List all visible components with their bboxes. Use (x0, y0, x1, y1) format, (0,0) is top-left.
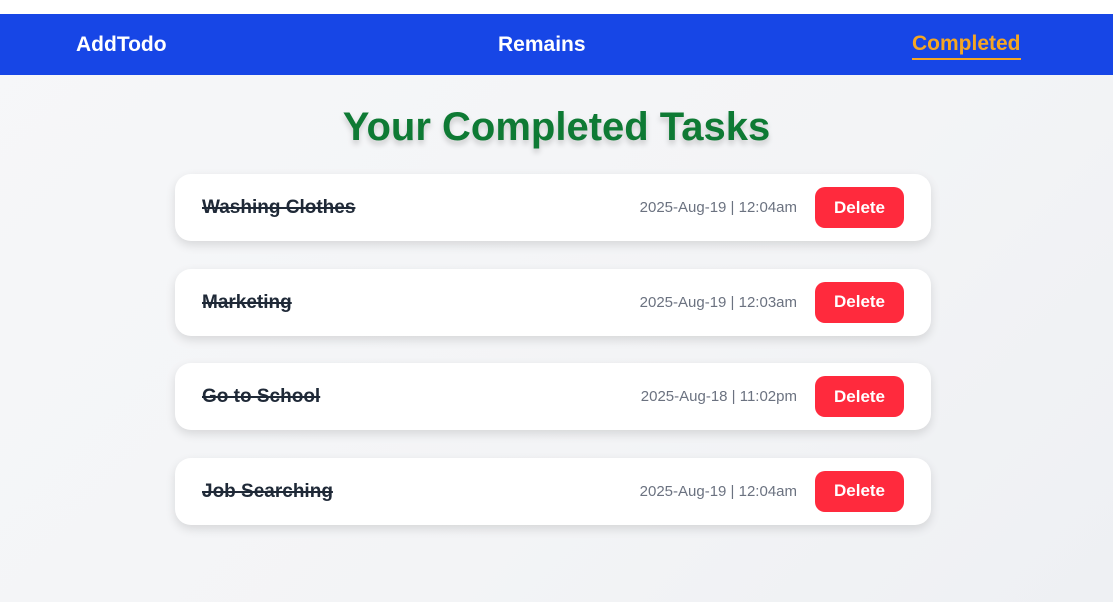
nav-link-remains[interactable]: Remains (498, 32, 586, 58)
task-title: Job Searching (202, 480, 333, 502)
top-strip (0, 0, 1113, 14)
task-card: Job Searching 2025-Aug-19 | 12:04am Dele… (175, 457, 931, 525)
task-date: 2025-Aug-19 | 12:04am (639, 482, 797, 500)
task-card: Go to School 2025-Aug-18 | 11:02pm Delet… (175, 363, 931, 430)
nav-link-add-todo[interactable]: AddTodo (76, 32, 167, 58)
task-title: Washing Clothes (202, 197, 356, 218)
delete-button[interactable]: Delete (815, 376, 904, 417)
task-title: Go to School (202, 386, 321, 407)
task-list: Washing Clothes 2025-Aug-19 | 12:04am De… (175, 174, 931, 552)
delete-button[interactable]: Delete (815, 470, 904, 512)
task-meta: 2025-Aug-18 | 11:02pm Delete (641, 376, 904, 417)
delete-button[interactable]: Delete (815, 281, 904, 323)
task-meta: 2025-Aug-19 | 12:04am Delete (639, 470, 904, 512)
task-date: 2025-Aug-18 | 11:02pm (640, 388, 797, 405)
navbar: AddTodo Remains Completed (0, 14, 1113, 75)
page-title: Your Completed Tasks (342, 105, 771, 149)
task-meta: 2025-Aug-19 | 12:04am Delete (640, 187, 904, 228)
delete-button[interactable]: Delete (815, 187, 904, 228)
task-date: 2025-Aug-19 | 12:04am (639, 199, 797, 216)
task-date: 2025-Aug-19 | 12:03am (639, 293, 797, 311)
task-card: Marketing 2025-Aug-19 | 12:03am Delete (175, 268, 931, 336)
task-card: Washing Clothes 2025-Aug-19 | 12:04am De… (175, 174, 931, 241)
task-meta: 2025-Aug-19 | 12:03am Delete (639, 281, 904, 323)
nav-link-completed[interactable]: Completed (912, 31, 1021, 60)
task-title: Marketing (202, 291, 292, 313)
